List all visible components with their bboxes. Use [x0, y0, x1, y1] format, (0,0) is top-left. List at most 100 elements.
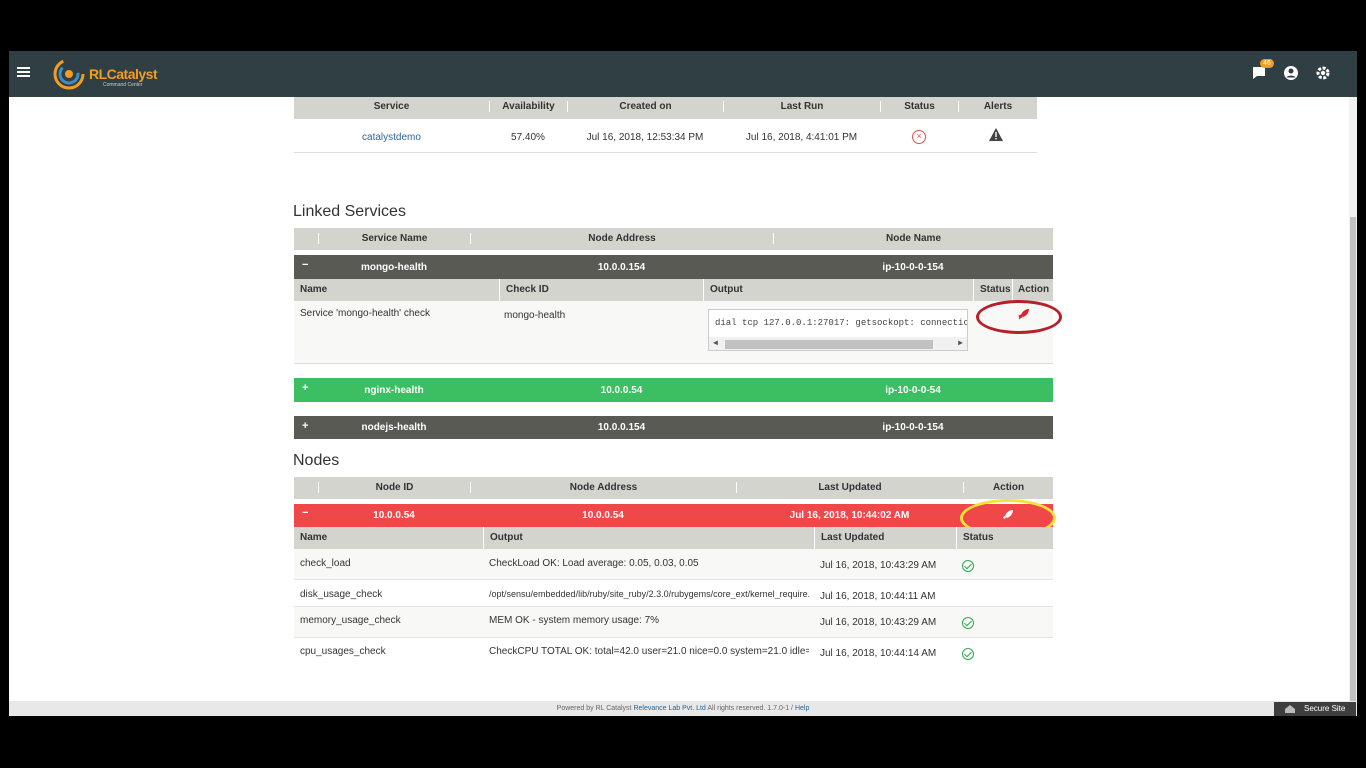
sub-col-output: Output [703, 279, 749, 301]
service-row-nginx[interactable]: + nginx-health 10.0.0.54 ip-10-0-0-54 [294, 378, 1053, 402]
sub-col-last-updated: Last Updated [814, 527, 890, 549]
expand-icon[interactable]: + [302, 382, 308, 394]
list-item: cpu_usages_check CheckCPU TOTAL OK: tota… [294, 638, 1053, 668]
list-item: check_load CheckLoad OK: Load average: 0… [294, 549, 1053, 580]
ok-check-icon [962, 648, 974, 660]
sub-col-output: Output [483, 527, 529, 549]
sub-col-status: Status [973, 279, 1017, 301]
secure-lock-icon [1285, 705, 1295, 713]
output-hscroll-thumb[interactable] [725, 340, 933, 349]
col-service: Service [373, 101, 410, 112]
nodes-title: Nodes [293, 452, 340, 469]
page-scrollbar-thumb[interactable] [1350, 217, 1356, 716]
top-navbar: RLCatalyst Command Center 46 [9, 51, 1357, 97]
check-output: CheckCPU TOTAL OK: total=42.0 user=21.0 … [489, 646, 809, 657]
check-name: check_load [300, 558, 351, 569]
col-service-name: Service Name [318, 233, 470, 244]
col-last-updated: Last Updated [736, 482, 963, 493]
col-created-on: Created on [567, 101, 723, 112]
service-address: 10.0.0.154 [597, 422, 646, 433]
list-item: memory_usage_check MEM OK - system memor… [294, 607, 1053, 638]
check-name: cpu_usages_check [300, 646, 386, 657]
check-output: CheckLoad OK: Load average: 0.05, 0.03, … [489, 558, 699, 569]
ok-check-icon [962, 560, 974, 572]
service-node: ip-10-0-0-54 [885, 385, 941, 396]
list-item: disk_usage_check /opt/sensu/embedded/lib… [294, 580, 1053, 607]
footer-prefix: Powered by RL Catalyst [556, 705, 634, 712]
sub-col-check-id: Check ID [499, 279, 555, 301]
collapse-icon[interactable]: − [302, 507, 308, 519]
settings-gear-icon[interactable] [1315, 65, 1333, 83]
service-name: mongo-health [360, 262, 428, 273]
status-error-icon: × [912, 130, 926, 144]
app-window: RLCatalyst Command Center 46 Service Ava… [9, 51, 1357, 716]
notification-badge: 46 [1260, 59, 1274, 68]
col-node-address: Node Address [470, 482, 736, 493]
notifications-icon[interactable]: 46 [1251, 59, 1274, 83]
check-row: Service 'mongo-health' check mongo-healt… [294, 300, 1062, 364]
scroll-right-icon[interactable]: ▶ [958, 338, 963, 348]
linked-services-title: Linked Services [293, 203, 406, 220]
check-output-box[interactable]: dial tcp 127.0.0.1:27017: getsockopt: co… [708, 309, 968, 351]
linked-services-header: Service Name Node Address Node Name [294, 228, 1053, 250]
app-logo[interactable]: RLCatalyst Command Center [51, 57, 158, 91]
sub-col-name: Name [300, 532, 328, 543]
sub-col-action: Action [1012, 279, 1054, 301]
check-name: Service 'mongo-health' check [300, 308, 430, 319]
page-scrollbar[interactable] [1349, 97, 1357, 716]
availability-value: 57.40% [511, 132, 545, 143]
last-run-value: Jul 16, 2018, 4:41:01 PM [745, 132, 858, 143]
check-updated: Jul 16, 2018, 10:43:29 AM [820, 617, 937, 628]
check-output: /opt/sensu/embedded/lib/ruby/site_ruby/2… [489, 589, 809, 599]
footer-suffix: All rights reserved. 1.7.0-1 / [705, 705, 795, 712]
col-node-id: Node ID [318, 482, 470, 493]
service-node: ip-10-0-0-154 [882, 422, 944, 433]
nodes-header: Node ID Node Address Last Updated Action [294, 477, 1053, 499]
output-hscrollbar[interactable]: ◀ ▶ [709, 337, 967, 350]
check-subheader: Name Check ID Output Status Action [294, 279, 1053, 301]
check-updated: Jul 16, 2018, 10:44:11 AM [820, 591, 936, 602]
check-updated: Jul 16, 2018, 10:43:29 AM [820, 560, 937, 571]
service-row-nodejs[interactable]: + nodejs-health 10.0.0.154 ip-10-0-0-154 [294, 416, 1053, 439]
col-availability: Availability [489, 101, 567, 112]
table-row: catalystdemo 57.40% Jul 16, 2018, 12:53:… [294, 119, 1037, 153]
logo-subtitle: Command Center [103, 82, 143, 88]
help-link[interactable]: Help [795, 705, 809, 712]
collapse-icon[interactable]: − [302, 259, 308, 271]
rocket-icon[interactable] [1018, 308, 1030, 320]
col-node-name: Node Name [773, 233, 1053, 244]
check-output-text: dial tcp 127.0.0.1:27017: getsockopt: co… [715, 318, 967, 328]
ok-check-icon [962, 617, 974, 629]
company-link[interactable]: Relevance Lab Pvt. Ltd [633, 705, 705, 712]
service-address: 10.0.0.154 [597, 262, 646, 273]
node-address: 10.0.0.54 [582, 510, 624, 521]
user-icon[interactable] [1283, 65, 1301, 83]
node-row[interactable]: − 10.0.0.54 10.0.0.54 Jul 16, 2018, 10:4… [294, 504, 1053, 527]
menu-icon[interactable] [17, 67, 30, 77]
logo-swirl-icon [53, 58, 85, 90]
service-name: nodejs-health [361, 422, 427, 433]
footer: Powered by RL Catalyst Relevance Lab Pvt… [9, 701, 1357, 716]
secure-site-text: Secure Site [1304, 704, 1346, 713]
scroll-left-icon[interactable]: ◀ [713, 338, 718, 348]
col-status: Status [880, 101, 958, 112]
check-name: memory_usage_check [300, 615, 401, 626]
service-name: nginx-health [364, 385, 424, 396]
sub-col-status: Status [956, 527, 1000, 549]
sub-col-name: Name [300, 284, 328, 295]
expand-icon[interactable]: + [302, 420, 308, 432]
service-node: ip-10-0-0-154 [882, 262, 944, 273]
service-table-header: Service Availability Created on Last Run… [294, 97, 1037, 119]
col-alerts: Alerts [958, 101, 1037, 112]
col-node-address: Node Address [470, 233, 773, 244]
node-checks-list: check_load CheckLoad OK: Load average: 0… [294, 549, 1053, 668]
service-address: 10.0.0.54 [600, 385, 643, 396]
node-check-subheader: Name Output Last Updated Status [294, 527, 1053, 549]
service-row-mongo[interactable]: − mongo-health 10.0.0.154 ip-10-0-0-154 [294, 255, 1053, 279]
service-link[interactable]: catalystdemo [294, 132, 489, 143]
check-updated: Jul 16, 2018, 10:44:14 AM [820, 648, 937, 659]
secure-site-badge: Secure Site [1274, 702, 1356, 716]
warning-triangle-icon[interactable] [989, 128, 1003, 141]
check-name: disk_usage_check [300, 589, 383, 600]
created-on-value: Jul 16, 2018, 12:53:34 PM [586, 132, 704, 143]
